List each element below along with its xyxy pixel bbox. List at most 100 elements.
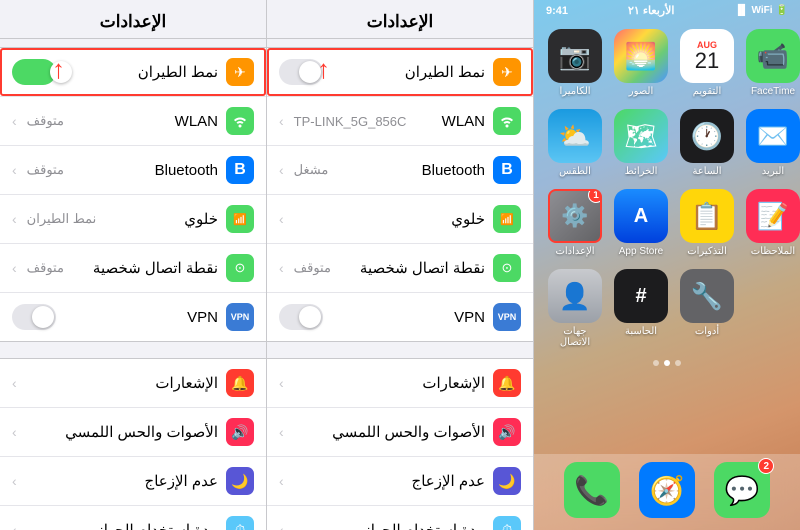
- dnd-row-2[interactable]: 🌙 عدم الإزعاج ›: [267, 457, 533, 506]
- bt-label-1: Bluetooth: [155, 162, 218, 179]
- airplane-toggle-1[interactable]: [12, 59, 56, 85]
- camera-icon: 📷: [548, 29, 602, 83]
- dock-safari[interactable]: 🧭: [639, 462, 695, 518]
- sound-row-1[interactable]: 🔊 الأصوات والحس اللمسي ›: [0, 408, 266, 457]
- settings-app-icon: ⚙️ 1: [548, 189, 602, 243]
- bt-chevron-2: ›: [279, 162, 284, 178]
- vpn-toggle-2[interactable]: [279, 304, 323, 330]
- bt-icon-1: B: [226, 156, 254, 184]
- contacts-label: جهات الاتصال: [548, 326, 602, 348]
- dot-3: [675, 360, 681, 366]
- mail-icon: ✉️: [746, 109, 800, 163]
- app-clock[interactable]: 🕐 الساعة: [680, 109, 734, 177]
- calendar-icon: AUG 21: [680, 29, 734, 83]
- dock-phone[interactable]: 📞: [564, 462, 620, 518]
- notif-row-2[interactable]: 🔔 الإشعارات ›: [267, 359, 533, 408]
- photos-label: الصور: [629, 86, 654, 97]
- messages-badge: 2: [758, 458, 774, 474]
- cellular-row-1[interactable]: 📶 خلوي نمط الطيران ›: [0, 195, 266, 244]
- calendar-label: التقويم: [693, 86, 722, 97]
- airplane-label-2: نمط الطيران: [405, 63, 485, 81]
- bt-icon-2: B: [493, 156, 521, 184]
- sound-icon-1: 🔊: [226, 418, 254, 446]
- app-grid: 📷 الكاميرا 🌅 الصور AUG 21 التقويم 📹 Face…: [534, 21, 800, 356]
- airplane-row-1[interactable]: ✈ نمط الطيران: [0, 48, 266, 97]
- mail-label: البريد: [762, 166, 784, 177]
- app-facetime[interactable]: 📹 FaceTime: [746, 29, 800, 97]
- sound-label-1: الأصوات والحس اللمسي: [65, 423, 218, 441]
- notif-row-1[interactable]: 🔔 الإشعارات ›: [0, 359, 266, 408]
- appstore-icon: A: [614, 189, 668, 243]
- dot-1: [653, 360, 659, 366]
- page-dots: [534, 360, 800, 366]
- sound-label-2: الأصوات والحس اللمسي: [332, 423, 485, 441]
- cellular-row-2[interactable]: 📶 خلوي ›: [267, 195, 533, 244]
- vpn-row-1[interactable]: VPN VPN: [0, 293, 266, 341]
- screentime-row-2[interactable]: ⏱ مدة استخدام الجهاز ›: [267, 506, 533, 530]
- status-bar: 9:41 الأربعاء ٢١ ▐▌ WiFi 🔋: [534, 0, 800, 21]
- airplane-row-2[interactable]: ✈ نمط الطيران: [267, 48, 533, 97]
- vpn-row-2[interactable]: VPN VPN: [267, 293, 533, 341]
- photos-icon: 🌅: [614, 29, 668, 83]
- cellular-icon-2: 📶: [493, 205, 521, 233]
- dnd-row-1[interactable]: 🌙 عدم الإزعاج ›: [0, 457, 266, 506]
- sound-row-2[interactable]: 🔊 الأصوات والحس اللمسي ›: [267, 408, 533, 457]
- camera-label: الكاميرا: [559, 86, 590, 97]
- bluetooth-row-1[interactable]: B Bluetooth متوقف ›: [0, 146, 266, 195]
- vpn-icon-1: VPN: [226, 303, 254, 331]
- battery-icon: 🔋: [776, 5, 788, 16]
- app-notes[interactable]: 📋 التذكيرات: [680, 189, 734, 257]
- wifi-icon-2: [493, 107, 521, 135]
- app-mail[interactable]: ✉️ البريد: [746, 109, 800, 177]
- hotspot-row-2[interactable]: ⊙ نقطة اتصال شخصية متوقف ›: [267, 244, 533, 293]
- dock-messages[interactable]: 💬 2: [714, 462, 770, 518]
- dnd-label-1: عدم الإزعاج: [145, 472, 218, 490]
- wlan-row-2[interactable]: WLAN TP-LINK_5G_856C ›: [267, 97, 533, 146]
- facetime-icon: 📹: [746, 29, 800, 83]
- dnd-label-2: عدم الإزعاج: [412, 472, 485, 490]
- hotspot-row-1[interactable]: ⊙ نقطة اتصال شخصية متوقف ›: [0, 244, 266, 293]
- app-calendar[interactable]: AUG 21 التقويم: [680, 29, 734, 97]
- app-maps[interactable]: 🗺 الخرائط: [614, 109, 668, 177]
- hotspot-icon-2: ⊙: [493, 254, 521, 282]
- hotspot-value-1: متوقف: [27, 260, 64, 276]
- calc-label: الحاسبة: [625, 326, 657, 337]
- status-icons: ▐▌ WiFi 🔋: [734, 5, 788, 16]
- bluetooth-row-2[interactable]: B Bluetooth مشغل ›: [267, 146, 533, 195]
- hotspot-label-1: نقطة اتصال شخصية: [93, 259, 218, 277]
- wlan-row-1[interactable]: WLAN متوقف ›: [0, 97, 266, 146]
- panel1-title: الإعدادات: [0, 0, 266, 39]
- cellular-chevron-1: ›: [12, 211, 17, 227]
- wlan-value-2: TP-LINK_5G_856C: [294, 114, 407, 129]
- screentime-icon-1: ⏱: [226, 516, 254, 530]
- status-time: 9:41: [546, 5, 568, 17]
- vpn-toggle-1[interactable]: [12, 304, 56, 330]
- wifi-status-icon: WiFi: [752, 5, 773, 16]
- screentime-row-1[interactable]: ⏱ مدة استخدام الجهاز ›: [0, 506, 266, 530]
- wlan-value-1: متوقف: [27, 113, 64, 129]
- wlan-label-1: WLAN: [175, 113, 218, 130]
- cellular-label-1: خلوي: [184, 210, 218, 228]
- phone-icon: 📞: [564, 462, 620, 518]
- app-camera[interactable]: 📷 الكاميرا: [548, 29, 602, 97]
- app-contacts[interactable]: 👤 جهات الاتصال: [548, 269, 602, 348]
- app-settings[interactable]: ⚙️ 1 الإعدادات: [548, 189, 602, 257]
- group2-panel1: 🔔 الإشعارات › 🔊 الأصوات والحس اللمسي › 🌙…: [0, 358, 266, 530]
- settings-app-label: الإعدادات: [555, 246, 594, 257]
- app-weather[interactable]: ⛅ الطقس: [548, 109, 602, 177]
- health-icon: 📝: [746, 189, 800, 243]
- messages-icon: 💬 2: [714, 462, 770, 518]
- facetime-label: FaceTime: [751, 86, 795, 97]
- app-health[interactable]: 📝 الملاحظات: [746, 189, 800, 257]
- weather-label: الطقس: [559, 166, 591, 177]
- hotspot-icon-1: ⊙: [226, 254, 254, 282]
- dock: 📞 🧭 💬 2: [534, 454, 800, 530]
- app-appstore[interactable]: A App Store: [614, 189, 668, 257]
- notif-icon-1: 🔔: [226, 369, 254, 397]
- maps-label: الخرائط: [625, 166, 658, 177]
- app-tools[interactable]: 🔧 أدوات: [680, 269, 734, 348]
- app-calc[interactable]: # الحاسبة: [614, 269, 668, 348]
- app-photos[interactable]: 🌅 الصور: [614, 29, 668, 97]
- bt-chevron-1: ›: [12, 162, 17, 178]
- screentime-label-2: مدة استخدام الجهاز: [363, 521, 485, 530]
